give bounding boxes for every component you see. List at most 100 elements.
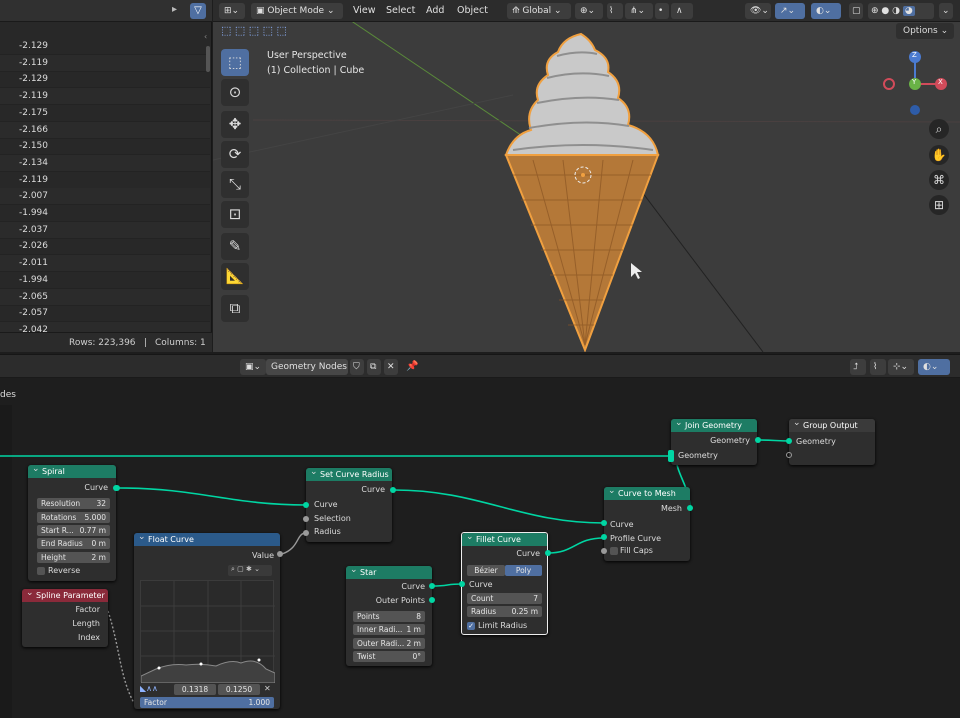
spiral-height-field[interactable]: Height 2 m	[37, 552, 110, 563]
falloff-icon[interactable]: ∧	[671, 3, 693, 19]
zoom-icon[interactable]: ⌕	[929, 119, 949, 139]
overlay-toggle-icon[interactable]: ◐⌄	[811, 3, 841, 19]
socket[interactable]	[429, 597, 435, 603]
pan-hand-icon[interactable]: ✋	[929, 145, 949, 165]
node-tree-name-field[interactable]: Geometry Nodes	[266, 359, 348, 375]
unlink-close-icon[interactable]: ✕	[384, 359, 398, 375]
spiral-rotations-field[interactable]: Rotations 5.000	[37, 512, 110, 523]
menu-select[interactable]: Select	[386, 3, 415, 19]
xray-icon[interactable]: ▢	[849, 3, 863, 19]
visibility-icon[interactable]: 👁⌄	[745, 3, 771, 19]
shading-options-icon[interactable]: ⌄	[939, 3, 953, 19]
parent-tree-icon[interactable]: ⮥	[850, 359, 866, 375]
camera-view-icon[interactable]: ⌘	[929, 170, 949, 190]
node-float-curve[interactable]: Float Curve Value ⌕ ▢ ✱ ⌄ ◣∧∧ 0.1318 0.1…	[134, 533, 280, 709]
mode-selector[interactable]: ▣ Object Mode ⌄	[251, 3, 343, 19]
fillet-mode-poly[interactable]: Poly	[505, 565, 542, 576]
socket[interactable]	[277, 551, 283, 557]
star-points-field[interactable]: Points 8	[353, 611, 425, 622]
socket[interactable]	[601, 520, 607, 526]
shading-buttons[interactable]: ⊕ ● ◑ ◕	[868, 3, 934, 19]
spreadsheet-scrollbar[interactable]	[206, 46, 210, 72]
socket[interactable]	[786, 438, 792, 444]
socket[interactable]	[303, 530, 309, 536]
socket[interactable]	[601, 534, 607, 540]
annotate-tool-icon[interactable]: ✎	[221, 233, 249, 260]
socket[interactable]	[668, 450, 674, 462]
pivot-icon[interactable]: ⊕⌄	[575, 3, 603, 19]
curve-zoom-icons[interactable]: ⌕ ▢ ✱ ⌄	[228, 565, 272, 576]
socket[interactable]	[114, 485, 120, 491]
node-spiral[interactable]: Spiral Curve Resolution32 Rotations5.000…	[28, 465, 119, 581]
menu-add[interactable]: Add	[426, 3, 444, 19]
node-curve-to-mesh[interactable]: Curve to Mesh Mesh Curve Profile Curve F…	[604, 487, 690, 561]
star-twist-field[interactable]: Twist 0°	[353, 651, 425, 662]
filter-toggle-icon[interactable]: ▸	[172, 4, 186, 18]
spreadsheet-row: -1.994	[0, 205, 210, 222]
scale-tool-icon[interactable]: ⤡	[221, 171, 249, 198]
menu-object[interactable]: Object	[457, 3, 488, 19]
snap-icon[interactable]: ⌇	[607, 3, 623, 19]
node-overlay-icon[interactable]: ◐⌄	[918, 359, 950, 375]
selection-mode-icons[interactable]: ⬚ ⬚ ⬚ ⬚ ⬚	[221, 24, 301, 38]
fillet-limit-radius-checkbox[interactable]: ✓	[467, 622, 475, 630]
snap-node-target-icon[interactable]: ⊹⌄	[888, 359, 914, 375]
menu-view[interactable]: View	[353, 3, 376, 19]
ortho-grid-icon[interactable]: ⊞	[929, 195, 949, 215]
editor-type-icon[interactable]: ⊞⌄	[219, 3, 245, 19]
node-join-geometry[interactable]: Join Geometry Geometry Geometry	[671, 419, 757, 465]
navigation-gizmo[interactable]: Z Y X	[880, 48, 954, 120]
duplicate-icon[interactable]: ⧉	[367, 359, 381, 375]
node-editor-type-icon[interactable]: ▣⌄	[240, 359, 266, 375]
snap-node-icon[interactable]: ⌇	[870, 359, 886, 375]
delete-point-icon[interactable]: ✕	[264, 684, 271, 693]
socket[interactable]	[429, 583, 435, 589]
socket[interactable]	[545, 550, 551, 556]
socket[interactable]	[459, 581, 465, 587]
socket[interactable]	[601, 548, 607, 554]
star-outer-radius-field[interactable]: Outer Radi... 2 m	[353, 638, 425, 649]
add-cube-tool-icon[interactable]: ⧉	[221, 295, 249, 322]
socket[interactable]	[390, 487, 396, 493]
curve-point-x-field[interactable]: 0.1318	[174, 684, 216, 695]
spline-out-factor: Factor	[75, 605, 101, 614]
spiral-resolution-field[interactable]: Resolution 32	[37, 498, 110, 509]
float-curve-factor-field[interactable]: Factor 1.000	[140, 697, 274, 708]
fillet-mode-bezier[interactable]: Bézier	[467, 565, 505, 576]
transform-tool-icon[interactable]: ⊡	[221, 201, 249, 228]
node-set-curve-radius[interactable]: Set Curve Radius Curve Curve Selection R…	[306, 468, 392, 542]
gizmo-toggle-icon[interactable]: ↗⌄	[775, 3, 805, 19]
spiral-reverse-checkbox[interactable]	[37, 567, 45, 575]
filter-icon[interactable]: ▽	[190, 3, 206, 19]
spiral-start-radius-field[interactable]: Start R... 0.77 m	[37, 525, 110, 536]
snap-target-icon[interactable]: ⋔⌄	[625, 3, 653, 19]
fake-user-shield-icon[interactable]: ⛉	[350, 359, 364, 375]
socket[interactable]	[786, 452, 792, 458]
fillet-count-field[interactable]: Count 7	[467, 593, 542, 604]
socket[interactable]	[755, 437, 761, 443]
measure-tool-icon[interactable]: 📐	[221, 263, 249, 290]
proportional-edit-icon[interactable]: •	[655, 3, 669, 19]
curve-point-y-field[interactable]: 0.1250	[218, 684, 260, 695]
to-mesh-fill-caps-checkbox[interactable]	[610, 547, 618, 555]
socket[interactable]	[687, 505, 693, 511]
node-group-output[interactable]: Group Output Geometry	[789, 419, 875, 465]
select-tool-icon[interactable]: ⬚	[221, 49, 249, 76]
curve-mapping-widget[interactable]	[140, 580, 276, 684]
curve-handle-type-icons[interactable]: ◣∧∧	[140, 684, 172, 695]
spiral-end-radius-field[interactable]: End Radius 0 m	[37, 538, 110, 549]
collapse-arrow-icon[interactable]: ‹	[204, 32, 207, 41]
orientation-selector[interactable]: ⟰ Global ⌄	[507, 3, 571, 19]
star-inner-radius-field[interactable]: Inner Radi... 1 m	[353, 624, 425, 635]
socket[interactable]	[303, 502, 309, 508]
node-fillet-curve[interactable]: Fillet Curve Curve Bézier Poly Curve Cou…	[461, 532, 548, 635]
node-spline-parameter[interactable]: Spline Parameter Factor Length Index	[22, 589, 108, 647]
pin-icon[interactable]: 📌	[406, 361, 418, 372]
socket[interactable]	[303, 516, 309, 522]
rotate-tool-icon[interactable]: ⟳	[221, 141, 249, 168]
fillet-radius-field[interactable]: Radius 0.25 m	[467, 606, 542, 617]
options-button[interactable]: Options ⌄	[896, 23, 954, 39]
move-tool-icon[interactable]: ✥	[221, 111, 249, 138]
node-star[interactable]: Star Curve Outer Points Points8 Inner Ra…	[346, 566, 432, 666]
cursor-tool-icon[interactable]: ⊙	[221, 79, 249, 106]
